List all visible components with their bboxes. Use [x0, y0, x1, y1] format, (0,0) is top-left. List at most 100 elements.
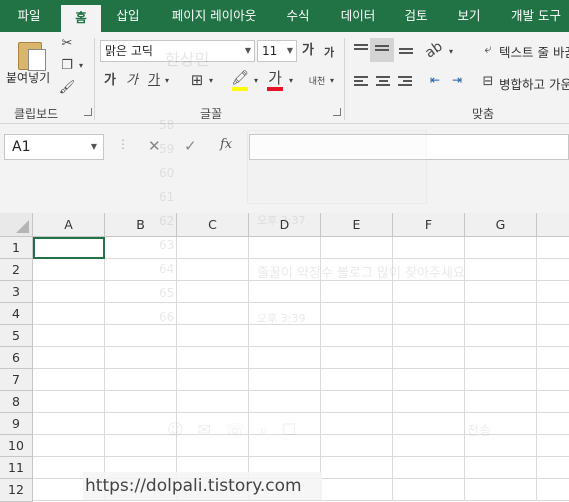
cell[interactable]: [393, 237, 465, 259]
decrease-indent-icon[interactable]: ⇤: [426, 70, 444, 90]
cell[interactable]: [177, 391, 249, 413]
column-header[interactable]: C: [177, 213, 249, 237]
cell[interactable]: [177, 259, 249, 281]
cell[interactable]: [249, 281, 321, 303]
cell[interactable]: [321, 369, 393, 391]
font-name-combo[interactable]: 맑은 고딕 ▼: [100, 40, 255, 62]
cell[interactable]: [393, 259, 465, 281]
cell[interactable]: [465, 479, 537, 501]
cell[interactable]: [465, 391, 537, 413]
font-launcher-icon[interactable]: [333, 108, 341, 116]
column-header[interactable]: G: [465, 213, 537, 237]
font-size-combo[interactable]: 11 ▼: [257, 40, 297, 62]
wrap-text-button[interactable]: 텍스트 줄 바꿈: [499, 42, 569, 61]
cell[interactable]: [537, 325, 569, 347]
cell[interactable]: [465, 281, 537, 303]
underline-dropdown-icon[interactable]: ▾: [162, 71, 172, 91]
cell[interactable]: [33, 391, 105, 413]
cell[interactable]: [465, 457, 537, 479]
cell[interactable]: [537, 457, 569, 479]
tab-review[interactable]: 검토: [396, 0, 436, 32]
cell[interactable]: [393, 391, 465, 413]
italic-button[interactable]: 가: [125, 71, 139, 91]
cell[interactable]: [537, 391, 569, 413]
cell[interactable]: [249, 435, 321, 457]
tab-page-layout[interactable]: 페이지 레이아웃: [162, 0, 266, 32]
row-header[interactable]: 6: [0, 347, 33, 369]
cell[interactable]: [465, 435, 537, 457]
cell[interactable]: [177, 347, 249, 369]
row-header[interactable]: 9: [0, 413, 33, 435]
cell[interactable]: [537, 435, 569, 457]
formula-input[interactable]: [249, 134, 569, 160]
cell[interactable]: [177, 413, 249, 435]
cell[interactable]: [393, 479, 465, 501]
cell[interactable]: [33, 413, 105, 435]
insert-function-button[interactable]: fx: [220, 137, 232, 152]
cell[interactable]: [465, 413, 537, 435]
cell[interactable]: [33, 281, 105, 303]
cell[interactable]: [249, 259, 321, 281]
name-box[interactable]: A1 ▼: [4, 134, 104, 160]
tab-insert[interactable]: 삽입: [106, 0, 150, 32]
cell[interactable]: [537, 303, 569, 325]
cell[interactable]: [249, 391, 321, 413]
cell[interactable]: [321, 413, 393, 435]
cell[interactable]: [321, 391, 393, 413]
cell[interactable]: [105, 303, 177, 325]
align-center-icon[interactable]: [376, 76, 390, 88]
merge-center-button[interactable]: 병합하고 가운데 맞춤: [499, 74, 569, 93]
cell[interactable]: [249, 347, 321, 369]
column-header[interactable]: D: [249, 213, 321, 237]
align-top-icon[interactable]: [354, 44, 368, 56]
cell[interactable]: [321, 457, 393, 479]
cell[interactable]: [465, 303, 537, 325]
cell[interactable]: [33, 303, 105, 325]
row-header[interactable]: 12: [0, 479, 33, 502]
cell[interactable]: [537, 259, 569, 281]
cell[interactable]: [465, 325, 537, 347]
cell[interactable]: [33, 435, 105, 457]
bold-button[interactable]: 가: [103, 71, 117, 91]
align-right-icon[interactable]: [398, 76, 412, 88]
cell[interactable]: [393, 303, 465, 325]
column-header[interactable]: [537, 213, 569, 237]
cell[interactable]: [537, 237, 569, 259]
cell[interactable]: [537, 347, 569, 369]
format-painter-icon[interactable]: 🖌: [58, 78, 76, 98]
cell[interactable]: [465, 347, 537, 369]
align-bottom-icon[interactable]: [399, 48, 413, 60]
cell[interactable]: [177, 369, 249, 391]
phonetic-dropdown-icon[interactable]: ▾: [327, 71, 337, 91]
column-header[interactable]: B: [105, 213, 177, 237]
cell[interactable]: [105, 281, 177, 303]
font-color-button[interactable]: 가: [266, 68, 284, 88]
tab-file[interactable]: 파일: [0, 0, 58, 32]
copy-icon[interactable]: ❐: [58, 56, 76, 76]
cell[interactable]: [105, 259, 177, 281]
cell[interactable]: [177, 435, 249, 457]
cell[interactable]: [33, 259, 105, 281]
row-header[interactable]: 11: [0, 457, 33, 479]
phonetic-button[interactable]: 내천: [307, 72, 327, 92]
cell[interactable]: [105, 413, 177, 435]
cell[interactable]: [321, 259, 393, 281]
increase-indent-icon[interactable]: ⇥: [448, 70, 466, 90]
cell[interactable]: [321, 479, 393, 501]
check-icon[interactable]: ✓: [184, 137, 197, 155]
cell[interactable]: [105, 369, 177, 391]
cell[interactable]: [105, 237, 177, 259]
cell[interactable]: [249, 237, 321, 259]
tab-data[interactable]: 데이터: [332, 0, 384, 32]
orientation-dropdown-icon[interactable]: ▾: [446, 42, 456, 62]
border-dropdown-icon[interactable]: ▾: [206, 71, 216, 91]
row-header[interactable]: 2: [0, 259, 33, 281]
underline-button[interactable]: 가: [147, 71, 161, 91]
select-all-button[interactable]: [0, 213, 33, 237]
cell[interactable]: [393, 457, 465, 479]
align-left-icon[interactable]: [354, 76, 368, 88]
cell[interactable]: [321, 435, 393, 457]
cell[interactable]: [105, 435, 177, 457]
orientation-icon[interactable]: ab: [420, 36, 448, 64]
cell[interactable]: [249, 413, 321, 435]
